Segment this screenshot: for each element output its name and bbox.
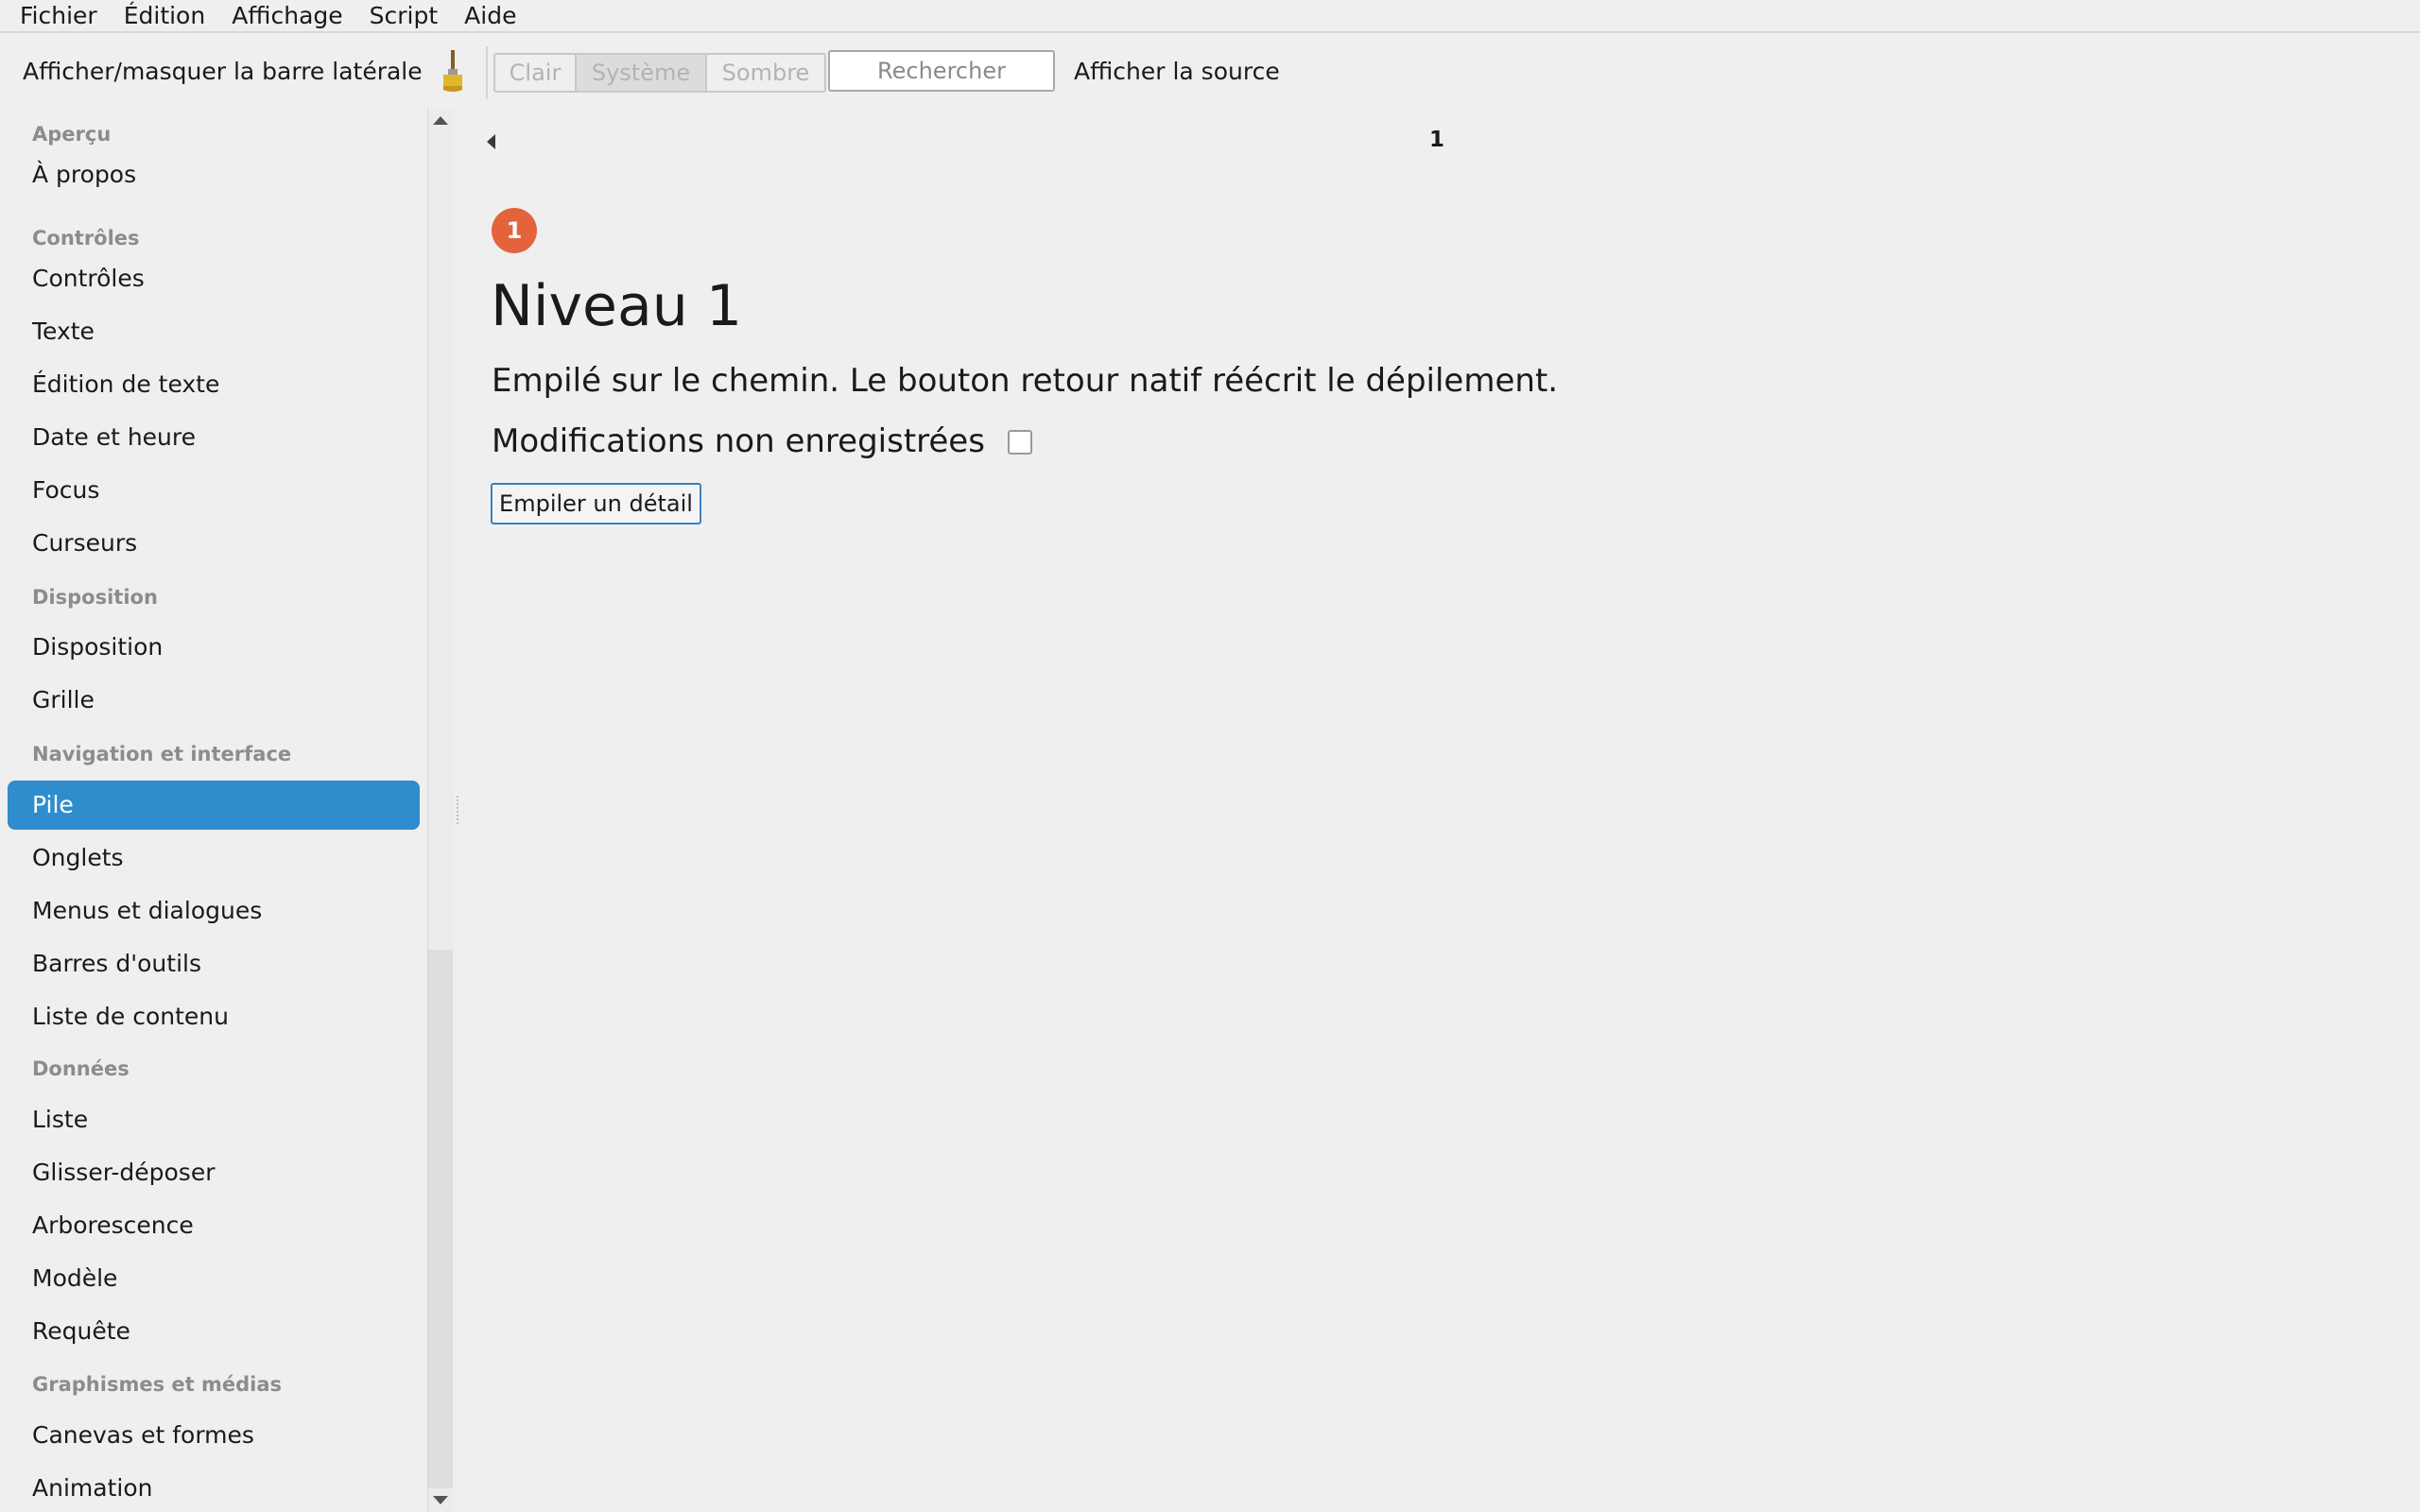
menu-script[interactable]: Script <box>356 0 452 31</box>
sidebar-item-texte[interactable]: Texte <box>8 307 420 356</box>
sidebar-heading-apercu: Aperçu <box>32 123 112 146</box>
sidebar-item-liste[interactable]: Liste <box>8 1095 420 1144</box>
sidebar-heading-navigation-et-interface: Navigation et interface <box>32 743 292 765</box>
menu-edition[interactable]: Édition <box>111 0 219 31</box>
sidebar-item-modele[interactable]: Modèle <box>8 1254 420 1303</box>
sidebar-heading-controles: Contrôles <box>32 227 140 249</box>
sidebar-heading-disposition: Disposition <box>32 586 158 609</box>
show-source-button[interactable]: Afficher la source <box>1074 58 1280 86</box>
sidebar-item-onglets[interactable]: Onglets <box>8 833 420 883</box>
back-arrow-icon[interactable] <box>487 134 495 149</box>
theme-light-button[interactable]: Clair <box>493 53 577 93</box>
sidebar-item-glisser-deposer[interactable]: Glisser-déposer <box>8 1148 420 1197</box>
sidebar-item-barres-d-outils[interactable]: Barres d'outils <box>8 939 420 988</box>
sidebar-item-focus[interactable]: Focus <box>8 466 420 515</box>
sidebar-item-controles[interactable]: Contrôles <box>8 254 420 303</box>
sidebar-item-animation[interactable]: Animation <box>8 1464 420 1512</box>
sidebar-heading-graphismes-et-medias: Graphismes et médias <box>32 1373 282 1396</box>
sidebar-item-a-propos[interactable]: À propos <box>8 150 420 199</box>
toggle-sidebar-button[interactable]: Afficher/masquer la barre latérale <box>23 58 423 86</box>
sidebar-scrollbar[interactable] <box>427 109 453 1512</box>
navigation-title: 1 <box>1428 128 1444 152</box>
theme-system-button[interactable]: Système <box>575 53 707 93</box>
sidebar-heading-donnees: Données <box>32 1057 130 1080</box>
level-badge: 1 <box>492 208 537 253</box>
sidebar-item-arborescence[interactable]: Arborescence <box>8 1201 420 1250</box>
page-title: Niveau 1 <box>491 273 743 339</box>
sidebar-item-grille[interactable]: Grille <box>8 676 420 725</box>
push-detail-button[interactable]: Empiler un détail <box>491 483 701 524</box>
toolbar-separator <box>486 46 488 99</box>
sidebar-item-menus-et-dialogues[interactable]: Menus et dialogues <box>8 886 420 936</box>
sidebar-item-liste-de-contenu[interactable]: Liste de contenu <box>8 992 420 1041</box>
level-description: Empilé sur le chemin. Le bouton retour n… <box>492 362 1559 400</box>
sidebar-item-edition-de-texte[interactable]: Édition de texte <box>8 360 420 409</box>
menu-affichage[interactable]: Affichage <box>218 0 355 31</box>
menu-fichier[interactable]: Fichier <box>7 0 111 31</box>
sidebar: Aperçu À propos Contrôles Contrôles Text… <box>0 109 427 1512</box>
pane-splitter-handle[interactable] <box>457 796 458 824</box>
toolbar: Afficher/masquer la barre latérale Clair… <box>0 35 2420 109</box>
scroll-down-arrow-icon[interactable] <box>433 1496 448 1504</box>
menu-bar: Fichier Édition Affichage Script Aide <box>0 0 2420 33</box>
unsaved-changes-label: Modifications non enregistrées <box>492 422 985 460</box>
unsaved-changes-checkbox[interactable] <box>1008 430 1032 455</box>
paintbrush-icon[interactable] <box>439 48 467 95</box>
sidebar-item-pile[interactable]: Pile <box>8 781 420 830</box>
scrollbar-track[interactable] <box>428 950 453 1488</box>
sidebar-item-canevas-et-formes[interactable]: Canevas et formes <box>8 1411 420 1460</box>
theme-dark-button[interactable]: Sombre <box>705 53 826 93</box>
scroll-up-arrow-icon[interactable] <box>433 116 448 125</box>
sidebar-item-date-et-heure[interactable]: Date et heure <box>8 413 420 462</box>
menu-aide[interactable]: Aide <box>451 0 529 31</box>
sidebar-item-disposition[interactable]: Disposition <box>8 623 420 672</box>
sidebar-item-requete[interactable]: Requête <box>8 1307 420 1356</box>
search-input[interactable] <box>828 50 1055 92</box>
sidebar-item-curseurs[interactable]: Curseurs <box>8 519 420 568</box>
